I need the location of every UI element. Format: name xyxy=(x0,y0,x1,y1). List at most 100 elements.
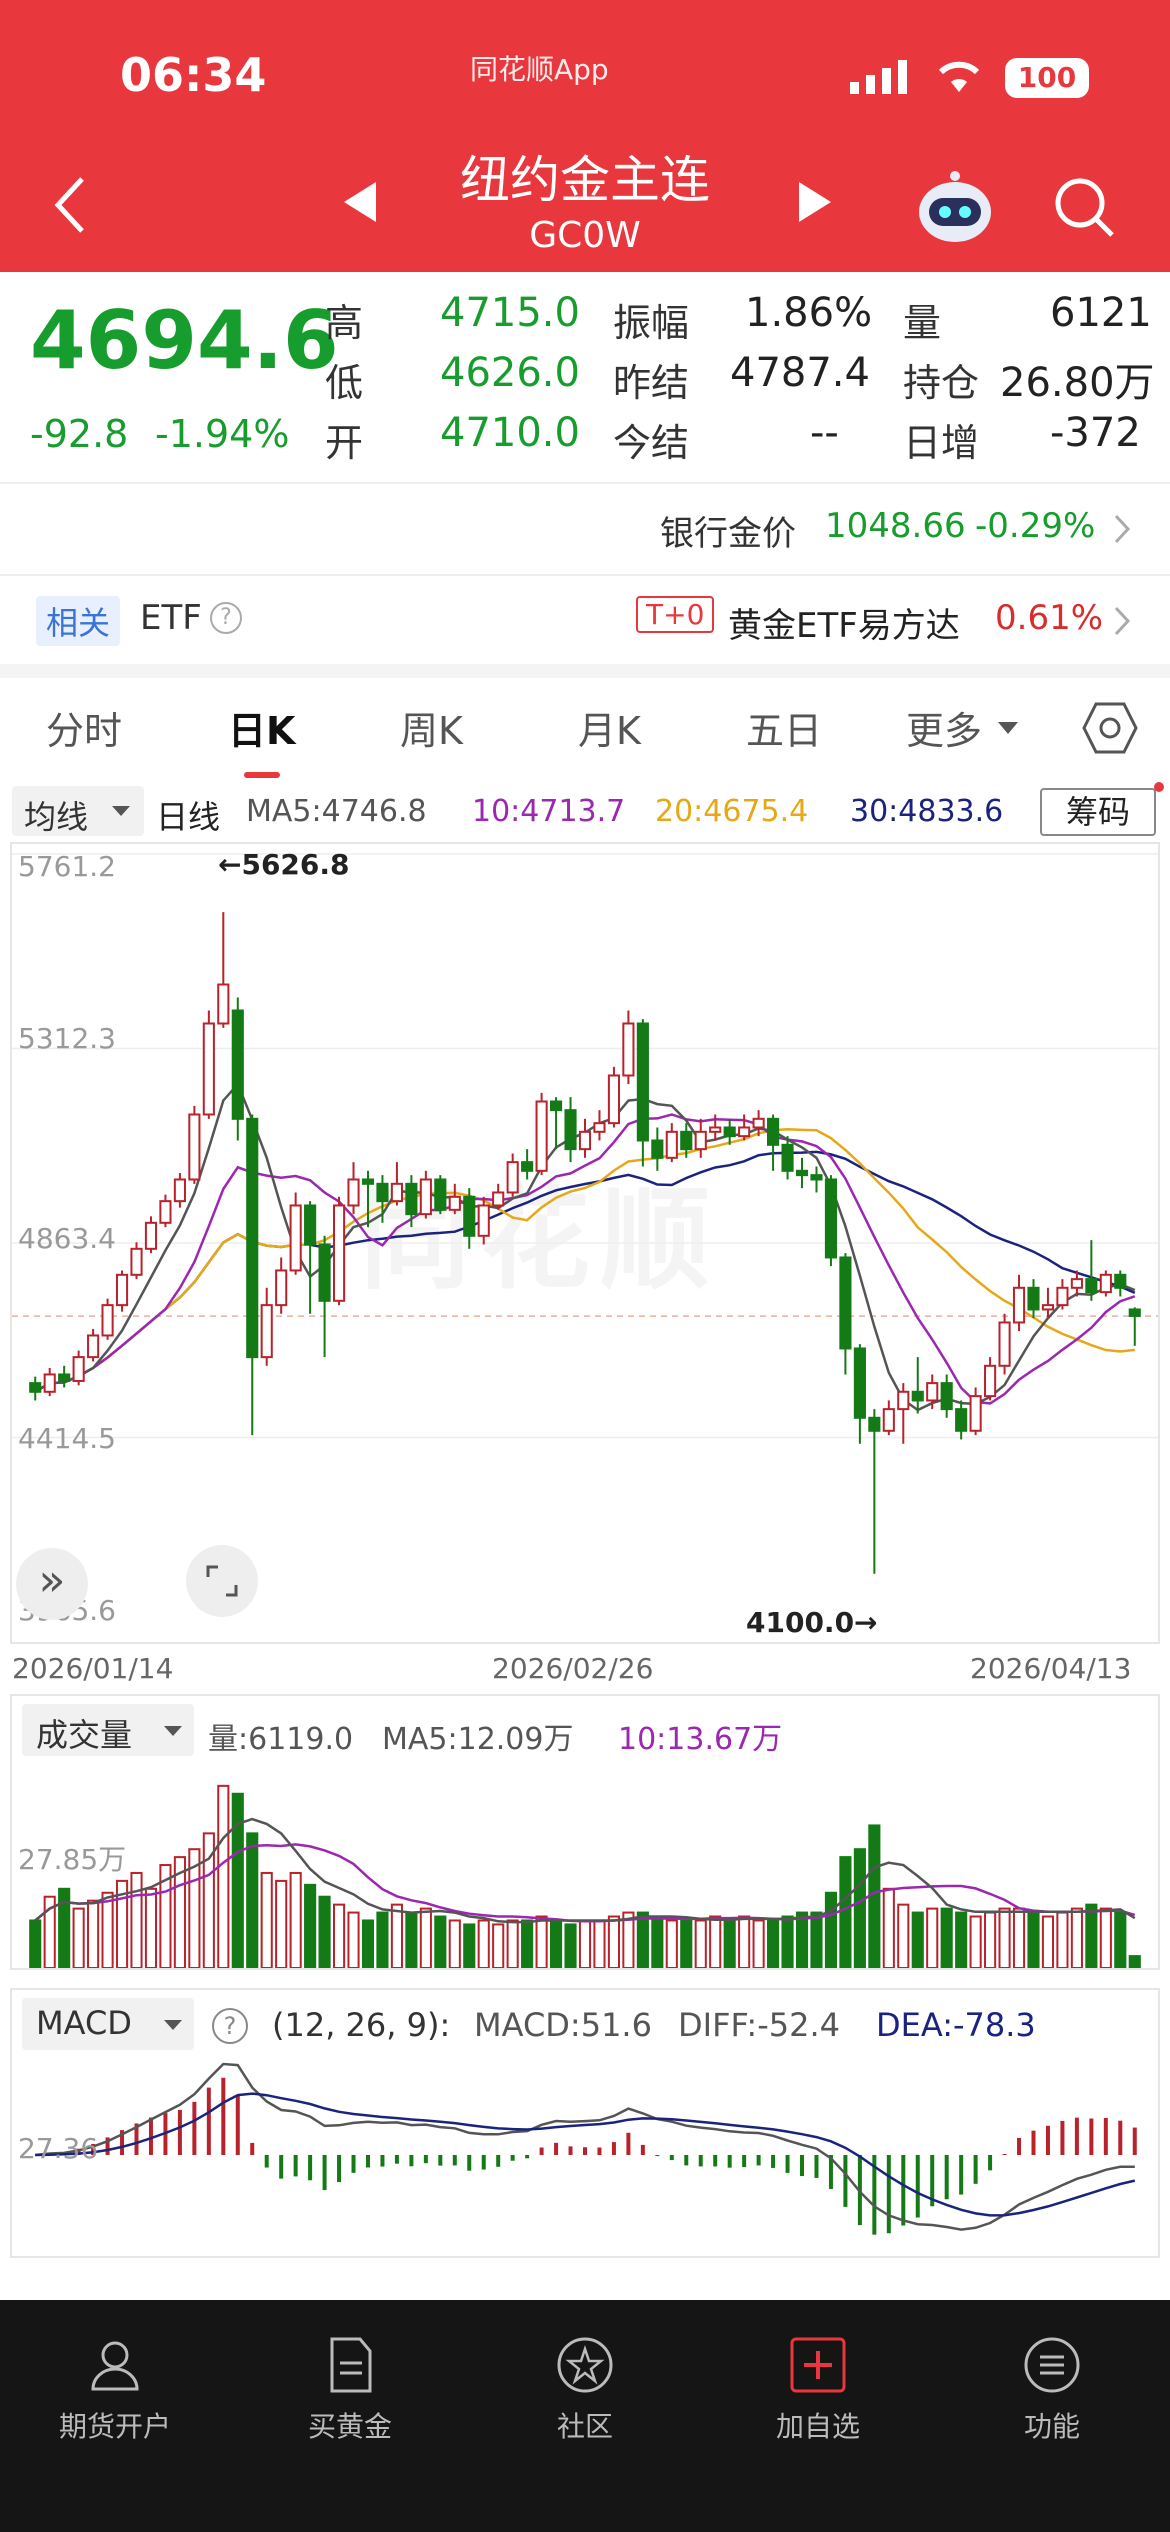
bank-price-row[interactable]: 银行金价 1048.66 -0.29% xyxy=(0,484,1170,574)
low-annotation: 4100.0→ xyxy=(746,1606,878,1639)
candle-up xyxy=(1070,1278,1083,1289)
macd-dropdown-label: MACD xyxy=(36,2004,132,2042)
fullscreen-icon[interactable] xyxy=(186,1545,258,1617)
candle-up xyxy=(275,1269,288,1307)
volume-bar xyxy=(246,1832,259,1968)
chevron-down-icon xyxy=(164,1726,182,1736)
candle-up xyxy=(448,1195,461,1211)
chip-button[interactable]: 筹码 xyxy=(1040,788,1156,836)
candle-up xyxy=(1099,1273,1112,1294)
indicator-dropdown[interactable]: 成交量 xyxy=(22,1704,194,1756)
volume-bar xyxy=(434,1915,447,1968)
volume-bar xyxy=(130,1871,143,1968)
related-etf-name[interactable]: 黄金ETF易方达 xyxy=(728,598,960,647)
open-interest-value: 26.80万 xyxy=(1000,360,1155,406)
related-tag: 相关 xyxy=(36,596,121,646)
nav-functions[interactable]: 功能 xyxy=(962,2335,1142,2445)
volume-bar xyxy=(926,1907,939,1968)
quote-panel: 4694.6 -92.8 -1.94% 高 4715.0 低 4626.0 开 … xyxy=(0,272,1170,482)
nav-label: 社区 xyxy=(556,2410,613,2443)
notification-dot xyxy=(1154,782,1164,792)
candle-down xyxy=(550,1100,563,1112)
volume-bar xyxy=(636,1911,649,1968)
search-icon[interactable] xyxy=(1052,175,1118,241)
candle-up xyxy=(578,1130,592,1151)
chevron-down-icon xyxy=(112,806,130,816)
open-interest-label: 持仓 xyxy=(903,361,980,405)
diff-line xyxy=(35,2062,1135,2231)
volume-bar xyxy=(709,1915,722,1968)
nav-futures-account[interactable]: 期货开户 xyxy=(25,2335,205,2445)
volume-bar xyxy=(260,1871,273,1968)
candle-up xyxy=(159,1200,172,1224)
volume-bar xyxy=(839,1856,852,1968)
candle-down xyxy=(361,1178,375,1185)
high-label: 高 xyxy=(325,301,364,345)
volume-bar xyxy=(448,1919,461,1968)
candle-down xyxy=(29,1382,42,1393)
volume-bar xyxy=(882,1887,895,1968)
candle-up xyxy=(390,1182,403,1203)
candle-up xyxy=(217,983,230,1025)
chevron-down-icon xyxy=(164,2020,182,2030)
signal-icon xyxy=(850,60,907,94)
volume-bar xyxy=(29,1919,42,1968)
nav-add-watchlist[interactable]: 加自选 xyxy=(728,2335,908,2445)
robot-assistant-icon[interactable] xyxy=(915,170,995,246)
y-tick-label: 4414.5 xyxy=(18,1422,116,1455)
candle-down xyxy=(434,1178,447,1211)
candle-up xyxy=(506,1161,519,1194)
volume-bar xyxy=(593,1919,606,1968)
related-etf-link[interactable]: ETF xyxy=(140,598,202,638)
expand-sidebar-icon[interactable]: » xyxy=(16,1548,88,1620)
tab-weekly-k[interactable]: 周K xyxy=(400,700,463,755)
open-value: 4710.0 xyxy=(440,410,580,456)
nav-buy-gold[interactable]: 买黄金 xyxy=(260,2335,440,2445)
macd-dropdown[interactable]: MACD xyxy=(22,1998,194,2050)
volume-bar xyxy=(405,1911,418,1968)
status-app-name: 同花顺App xyxy=(470,53,609,86)
tab-daily-k[interactable]: 日K xyxy=(228,700,295,755)
tab-monthly-k[interactable]: 月K xyxy=(578,700,641,755)
help-icon[interactable]: ? xyxy=(210,602,242,634)
y-tick-label: 4863.4 xyxy=(18,1222,116,1255)
candle-up xyxy=(984,1364,997,1398)
tab-more[interactable]: 更多 xyxy=(906,700,982,755)
volume-bar xyxy=(477,1919,490,1968)
volume-value: 6121 xyxy=(1050,290,1152,336)
volume-bar xyxy=(144,1887,158,1968)
candle-up xyxy=(101,1304,114,1337)
nav-community[interactable]: 社区 xyxy=(495,2335,675,2445)
candle-down xyxy=(463,1195,476,1237)
ma-dropdown[interactable]: 均线 xyxy=(12,786,144,836)
volume-bar xyxy=(911,1911,924,1968)
y-tick-label: 5761.2 xyxy=(18,850,116,883)
volume-bar xyxy=(810,1911,823,1968)
candlestick-chart[interactable] xyxy=(12,844,1158,1642)
tab-intraday[interactable]: 分时 xyxy=(46,700,122,755)
settings-hexagon-icon[interactable] xyxy=(1082,700,1138,756)
nav-label: 买黄金 xyxy=(307,2410,392,2443)
help-icon[interactable]: ? xyxy=(212,2008,248,2044)
volume-bar xyxy=(795,1911,809,1968)
daily-change-label: 日增 xyxy=(903,421,980,465)
price-change-pct: -1.94% xyxy=(155,412,290,456)
candle-up xyxy=(332,1204,346,1302)
next-contract-icon[interactable] xyxy=(795,180,835,224)
ma10-value: 10:4713.7 xyxy=(472,794,626,829)
candle-up xyxy=(144,1221,158,1250)
candle-up xyxy=(593,1122,606,1133)
add-icon xyxy=(790,2337,846,2393)
high-value: 4715.0 xyxy=(440,290,580,336)
volume-bar xyxy=(1099,1907,1112,1968)
volume-bar xyxy=(275,1879,288,1968)
candle-up xyxy=(43,1373,56,1393)
candle-up xyxy=(1041,1304,1055,1311)
nav-label: 加自选 xyxy=(775,2410,860,2443)
tab-five-day[interactable]: 五日 xyxy=(746,700,822,755)
document-icon xyxy=(330,2337,372,2393)
candle-down xyxy=(1114,1273,1127,1289)
ma20-value: 20:4675.4 xyxy=(655,794,809,829)
menu-circle-icon xyxy=(1024,2337,1080,2393)
candle-up xyxy=(173,1178,186,1203)
